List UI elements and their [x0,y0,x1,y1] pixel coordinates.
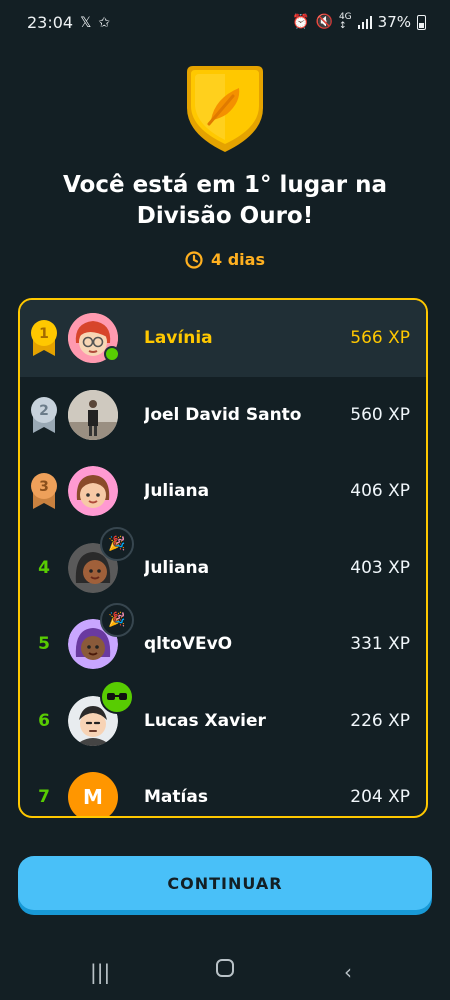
page-title: Você está em 1° lugar na Divisão Ouro! [63,172,387,229]
rank-number: 5 [38,634,50,655]
bronze-medal-icon: 3 [31,473,57,510]
home-icon[interactable] [215,958,235,983]
online-status-icon [104,346,120,363]
player-name: Matías [144,787,208,808]
rank-number: 6 [38,710,50,731]
rank: 5 [20,634,68,654]
days-remaining: 4 dias [0,250,450,269]
leaderboard-row[interactable]: 5 🎉 qltoVEvO 331 XP [20,603,426,683]
x-app-icon: 𝕏 [80,14,92,31]
avatar-letter: M [83,785,103,810]
player-xp: 406 XP [350,481,410,502]
back-icon[interactable]: ‹ [344,960,352,984]
celebration-badge-icon: 🎉 [100,526,134,561]
rank-number: 4 [38,557,50,578]
rank: 4 [20,558,68,578]
avatar[interactable] [68,679,134,746]
star-icon: ✩ [98,14,111,31]
rank: 7 [20,787,68,807]
system-nav-bar: ||| ‹ [0,945,450,1000]
player-name: Lavínia [144,328,213,349]
rank-number: 1 [39,326,49,342]
player-xp: 566 XP [350,328,410,349]
avatar[interactable] [68,466,118,517]
recent-apps-icon[interactable]: ||| [90,960,110,984]
signal-icon [357,15,372,29]
player-xp: 204 XP [350,787,410,808]
avatar-photo-icon [68,389,118,440]
days-text: 4 dias [211,250,265,269]
leaderboard-row[interactable]: 1 Lavínia 566 XP [20,300,426,377]
leaderboard-row[interactable]: 3 Juliana 406 XP [20,453,426,530]
player-xp: 560 XP [350,404,410,425]
player-name: Joel David Santo [144,404,302,425]
celebration-badge-icon: 🎉 [100,603,134,638]
avatar[interactable] [68,313,120,364]
avatar[interactable]: M [68,772,118,816]
status-bar: 23:04 𝕏 ✩ ⏰ 🔇 4G ↕ 37% [0,0,450,48]
rank: 6 [20,711,68,731]
rank-medal-bronze: 3 [20,471,68,511]
avatar-girl-brown-hair-icon [68,466,118,517]
rank-number: 2 [39,403,49,419]
avatar[interactable] [68,389,118,440]
player-name: Juliana [144,557,210,578]
player-name: qltoVEvO [144,634,233,655]
gold-league-badge-icon [187,66,263,152]
battery-text: 37% [377,13,411,31]
leaderboard-row[interactable]: 2 Joel David Santo 560 XP [20,377,426,454]
4g-icon: 4G ↕ [338,12,352,31]
continue-button[interactable]: CONTINUAR [18,856,432,910]
leaderboard-row[interactable]: 6 Lucas Xavier 226 XP [20,679,426,760]
duo-sunglasses-badge-icon [100,679,134,714]
rank-number: 3 [39,479,49,495]
rank-medal-silver: 2 [20,395,68,435]
battery-icon [417,14,426,30]
player-name: Juliana [144,481,210,502]
avatar[interactable]: 🎉 [68,603,134,670]
alarm-icon: ⏰ [292,14,310,30]
leaderboard-row[interactable]: 7 M Matías 204 XP [20,759,426,816]
player-xp: 403 XP [350,557,410,578]
gold-medal-icon: 1 [31,320,57,357]
rank-medal-gold: 1 [20,318,68,358]
rank-number: 7 [38,787,50,808]
mute-icon: 🔇 [315,14,333,30]
leaderboard: 1 Lavínia 566 XP 2 Joel David Santo 560 … [18,298,428,818]
avatar[interactable]: 🎉 [68,526,134,593]
clock-icon [185,250,203,269]
silver-medal-icon: 2 [31,396,57,433]
player-xp: 226 XP [350,710,410,731]
player-name: Lucas Xavier [144,710,266,731]
status-time: 23:04 [27,13,74,32]
player-xp: 331 XP [350,634,410,655]
leaderboard-row[interactable]: 4 🎉 Juliana 403 XP [20,526,426,607]
